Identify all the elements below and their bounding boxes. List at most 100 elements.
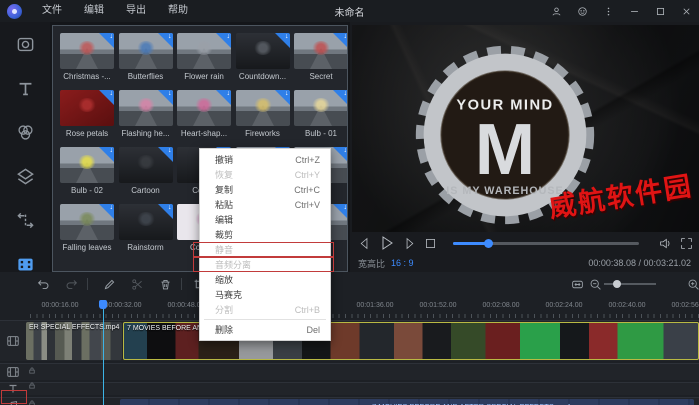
context-menu-item[interactable]: 静音 [200, 242, 330, 257]
library-item[interactable]: ↓ Countdown... [236, 33, 290, 81]
left-sidebar [0, 22, 50, 272]
video-canvas: YOUR MIND M IS MY WAREHOUSE 威航软件园 [352, 25, 699, 232]
library-item[interactable]: ↓Flower rain [177, 33, 231, 81]
track-audio-3[interactable]: 7 MOVIES BEFORE AND AFTER SPECIAL EFFECT… [0, 397, 699, 405]
sidebar-item-text[interactable] [0, 66, 50, 110]
context-menu-item[interactable]: 粘贴Ctrl+V [200, 197, 330, 212]
library-thumbnail[interactable]: ↓ [236, 90, 290, 126]
track-text-2[interactable] [0, 382, 699, 395]
context-menu-item[interactable]: 撤销Ctrl+Z [200, 152, 330, 167]
step-back-button[interactable] [358, 237, 371, 250]
library-item[interactable]: ↓ Heart-shap... [177, 90, 231, 138]
pencil-button[interactable] [100, 275, 118, 293]
library-thumbnail[interactable]: ↓ [119, 90, 173, 126]
menu-2[interactable]: 导出 [115, 0, 157, 22]
library-thumbnail[interactable]: ↓ [119, 204, 173, 240]
library-thumbnail[interactable]: ↓ [60, 204, 114, 240]
menu-item-label: 复制 [215, 183, 233, 196]
playhead-marker[interactable] [99, 300, 107, 309]
feedback-button[interactable] [569, 0, 595, 22]
library-thumbnail[interactable]: ↓ [60, 90, 114, 126]
more-button[interactable] [595, 0, 621, 22]
redo-button[interactable] [62, 275, 80, 293]
library-item[interactable]: ↓Bulb - 01 [294, 90, 348, 138]
sidebar-item-filters[interactable] [0, 110, 50, 154]
library-item[interactable]: ↓Rose petals [60, 90, 114, 138]
minimize-button[interactable] [621, 0, 647, 22]
library-item[interactable]: ↓Fireworks [236, 90, 290, 138]
menu-item-label: 马赛克 [215, 288, 242, 301]
stop-button[interactable] [424, 237, 437, 250]
context-menu-item[interactable]: 删除Del [200, 322, 330, 337]
library-thumbnail[interactable]: ↓ [60, 33, 114, 69]
sidebar-item-elements[interactable] [0, 242, 50, 286]
track-header-audio[interactable] [0, 398, 26, 405]
context-menu-item[interactable]: 音频分离 [200, 257, 330, 272]
menu-0[interactable]: 文件 [31, 0, 73, 22]
library-item[interactable]: ↓Butterflies [119, 33, 173, 81]
clip-audio[interactable]: 7 MOVIES BEFORE AND AFTER SPECIAL EFFECT… [120, 399, 694, 405]
zoom-in-button[interactable] [684, 275, 699, 293]
library-item-label: Secret [294, 72, 348, 81]
library-thumbnail[interactable]: ↓ [294, 90, 348, 126]
library-item[interactable]: ↓Falling leaves [60, 204, 114, 252]
library-item[interactable]: ↓Flashing he... [119, 90, 173, 138]
track-header-text[interactable] [0, 383, 26, 395]
library-thumbnail[interactable]: ↓ [177, 90, 231, 126]
volume-icon[interactable] [659, 237, 672, 250]
sidebar-item-media[interactable] [0, 22, 50, 66]
library-item[interactable]: ↓Bulb - 02 [60, 147, 114, 195]
library-thumbnail[interactable]: ↓ [119, 33, 173, 69]
clip-video[interactable]: ER SPECIAL EFFECTS.mp4 [26, 322, 122, 360]
account-button[interactable] [543, 0, 569, 22]
seek-slider[interactable] [453, 242, 639, 245]
menu-1[interactable]: 编辑 [73, 0, 115, 22]
seek-thumb[interactable] [484, 239, 493, 248]
context-menu-item[interactable]: 编辑 [200, 212, 330, 227]
context-menu-item[interactable]: 马赛克 [200, 287, 330, 302]
track-header-video[interactable] [0, 321, 26, 361]
library-thumbnail[interactable]: ↓ [177, 33, 231, 69]
library-item-label: Countdown... [236, 72, 290, 81]
maximize-button[interactable] [647, 0, 673, 22]
context-menu-item[interactable]: 复制Ctrl+C [200, 182, 330, 197]
step-forward-button[interactable] [403, 237, 416, 250]
lock-icon[interactable] [29, 376, 35, 394]
library-thumbnail[interactable]: ↓ [119, 147, 173, 183]
zoom-out-button[interactable] [586, 275, 604, 293]
context-menu-item[interactable]: 缩放 [200, 272, 330, 287]
lock-icon[interactable] [29, 394, 35, 405]
menu-3[interactable]: 帮助 [157, 0, 199, 22]
track-video-1[interactable] [0, 363, 699, 380]
library-thumbnail[interactable]: ↓ [294, 33, 348, 69]
library-item-label: Heart-shap... [177, 129, 231, 138]
playhead-line[interactable] [103, 302, 104, 405]
sidebar-item-transitions[interactable] [0, 198, 50, 242]
scissors-button[interactable] [128, 275, 146, 293]
library-thumbnail[interactable]: ↓ [236, 33, 290, 69]
timeline-zoom-slider[interactable] [604, 283, 656, 285]
context-menu-item[interactable]: 裁剪 [200, 227, 330, 242]
fit-button[interactable] [568, 275, 586, 293]
context-menu-item[interactable]: 恢复Ctrl+Y [200, 167, 330, 182]
close-button[interactable] [673, 0, 699, 22]
download-arrow-icon: ↓ [344, 33, 348, 41]
ruler-label: 00:02:40.00 [609, 302, 646, 309]
play-button[interactable] [379, 235, 395, 251]
library-item[interactable]: ↓ Secret [294, 33, 348, 81]
context-menu-item[interactable]: 分割Ctrl+B [200, 302, 330, 317]
track-video-0[interactable]: ER SPECIAL EFFECTS.mp47 MOVIES BEFORE AN… [0, 320, 699, 361]
download-arrow-icon: ↓ [344, 147, 348, 155]
library-item[interactable]: ↓Christmas -... [60, 33, 114, 81]
menu-item-label: 音频分离 [215, 258, 251, 271]
library-item[interactable]: ↓Rainstorm [119, 204, 173, 252]
sidebar-item-overlays[interactable] [0, 154, 50, 198]
track-header-video[interactable] [0, 364, 26, 380]
timeline-zoom-thumb[interactable] [613, 280, 621, 288]
aspect-ratio-value[interactable]: 16 : 9 [391, 258, 414, 268]
trash-button[interactable] [156, 275, 174, 293]
app-window: 文件编辑导出帮助 未命名 ↓Christmas -...↓Butterflies… [0, 0, 699, 405]
library-thumbnail[interactable]: ↓ [60, 147, 114, 183]
fullscreen-icon[interactable] [680, 237, 693, 250]
library-item[interactable]: ↓Cartoon [119, 147, 173, 195]
